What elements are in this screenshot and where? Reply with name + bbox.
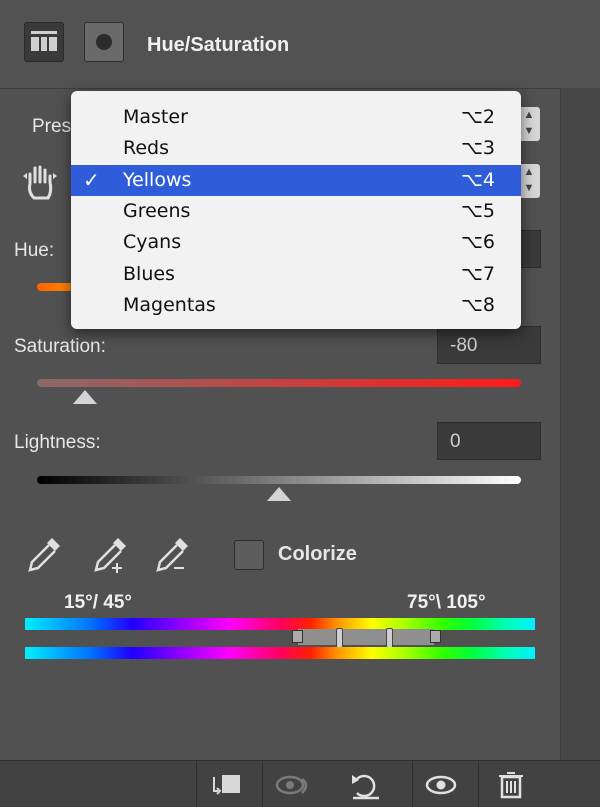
- menu-item-label: Greens: [123, 199, 191, 222]
- saturation-slider-thumb[interactable]: [73, 390, 98, 404]
- menu-item-label: Master: [123, 106, 188, 128]
- lightness-label: Lightness:: [14, 432, 101, 453]
- menu-item-greens[interactable]: Greens ⌥5: [71, 196, 521, 227]
- hue-label: Hue:: [14, 240, 55, 261]
- output-color-spectrum: [25, 647, 535, 659]
- menu-item-shortcut: ⌥8: [461, 293, 495, 316]
- menu-item-label: Yellows: [123, 168, 192, 191]
- eyedropper-icon[interactable]: [24, 532, 66, 576]
- menu-item-reds[interactable]: Reds ⌥3: [71, 133, 521, 164]
- colorize-label: Colorize: [278, 543, 357, 565]
- clip-to-layer-icon[interactable]: [206, 767, 248, 803]
- colorize-checkbox[interactable]: [234, 540, 264, 570]
- lightness-slider-thumb[interactable]: [267, 487, 291, 501]
- range-outer-right-handle[interactable]: [430, 630, 441, 643]
- subtract-from-sample-eyedropper-icon[interactable]: [152, 532, 194, 576]
- menu-item-master[interactable]: Master ⌥2: [71, 102, 521, 133]
- menu-item-shortcut: ⌥5: [461, 199, 495, 222]
- lightness-slider[interactable]: [37, 476, 521, 484]
- preset-stepper[interactable]: ▲ ▼: [518, 107, 540, 141]
- range-outer-left-handle[interactable]: [292, 630, 303, 643]
- menu-item-shortcut: ⌥2: [461, 106, 495, 128]
- menu-item-shortcut: ⌥4: [461, 168, 495, 191]
- menu-item-magentas[interactable]: Magentas ⌥8: [71, 290, 521, 321]
- saturation-slider[interactable]: [37, 379, 521, 387]
- saturation-value-field[interactable]: -80: [437, 326, 541, 364]
- layer-mask-icon[interactable]: [84, 22, 124, 62]
- trash-icon[interactable]: [490, 767, 532, 803]
- properties-header: Hue/Saturation: [0, 0, 600, 89]
- menu-item-blues[interactable]: Blues ⌥7: [71, 259, 521, 290]
- menu-item-label: Reds: [123, 137, 169, 160]
- view-previous-state-icon[interactable]: [272, 767, 314, 803]
- menu-item-label: Magentas: [123, 293, 216, 316]
- bottom-toolbar: [0, 760, 600, 807]
- visibility-eye-icon[interactable]: [420, 767, 462, 803]
- add-to-sample-eyedropper-icon[interactable]: [90, 532, 132, 576]
- saturation-label: Saturation:: [14, 336, 106, 357]
- input-color-spectrum: [25, 618, 535, 630]
- menu-item-cyans[interactable]: Cyans ⌥6: [71, 227, 521, 258]
- menu-item-shortcut: ⌥7: [461, 262, 495, 285]
- range-right-label: 75°\ 105°: [407, 592, 486, 613]
- range-left-label: 15°/ 45°: [64, 592, 133, 613]
- menu-item-label: Cyans: [123, 231, 182, 254]
- adjustment-layer-icon[interactable]: [24, 22, 64, 62]
- scrollbar[interactable]: [560, 88, 600, 760]
- reset-icon[interactable]: [345, 767, 387, 803]
- lightness-value-field[interactable]: 0: [437, 422, 541, 460]
- targeted-adjustment-hand-icon[interactable]: [22, 162, 58, 202]
- menu-item-label: Blues: [123, 262, 175, 285]
- checkmark-icon: ✓: [83, 167, 100, 192]
- color-range-band[interactable]: [298, 629, 434, 645]
- menu-item-shortcut: ⌥6: [461, 231, 495, 254]
- menu-item-yellows[interactable]: ✓ Yellows ⌥4: [71, 164, 521, 196]
- hue-saturation-panel: Hue/Saturation Prese ▲ ▼ ▲ ▼ Hue: Saturati…: [0, 0, 600, 807]
- channel-dropdown-menu: Master ⌥2 Reds ⌥3 ✓ Yellows ⌥4 Greens ⌥5 Cyans ⌥6 B…: [71, 91, 521, 329]
- channel-stepper[interactable]: ▲ ▼: [518, 164, 540, 198]
- panel-title: Hue/Saturation: [147, 34, 290, 56]
- menu-item-shortcut: ⌥3: [461, 137, 495, 160]
